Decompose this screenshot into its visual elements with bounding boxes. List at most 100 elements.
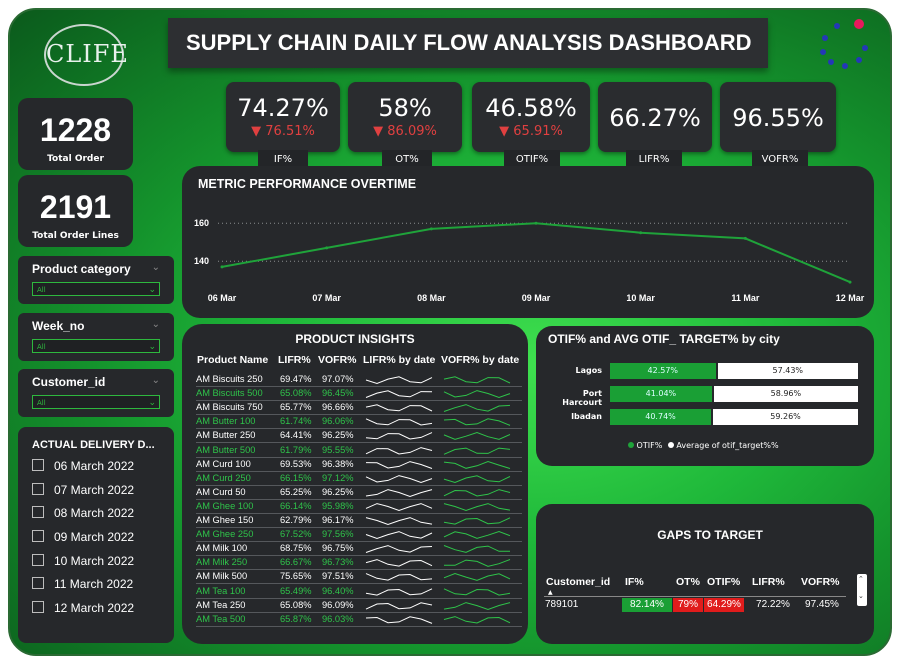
gaps-to-target: GAPS TO TARGET	[536, 504, 874, 644]
table-cell: 96.66%	[322, 402, 354, 413]
chevron-down-icon[interactable]: ⌄	[152, 262, 160, 273]
city-label: Ibadan	[571, 412, 602, 421]
table-row[interactable]: AM Butter 100 61.74% 96.06%	[196, 415, 522, 430]
column-header[interactable]: OT%	[676, 576, 700, 588]
table-row[interactable]: AM Ghee 250 67.52% 97.56%	[196, 528, 522, 543]
date-option[interactable]: 11 March 2022	[32, 577, 133, 591]
data-point[interactable]	[743, 236, 747, 240]
table-row[interactable]: AM Butter 250 64.41% 96.25%	[196, 429, 522, 444]
chart-legend: OTIF% Average of otif_target%%	[628, 441, 779, 450]
date-option[interactable]: 07 March 2022	[32, 483, 134, 497]
table-row[interactable]: AM Tea 250 65.08% 96.09%	[196, 599, 522, 613]
week-no-select[interactable]: All ⌄	[32, 339, 160, 353]
slicer-product-category[interactable]: Product category ⌄ All ⌄	[18, 256, 174, 304]
metric-otif: 46.58% ▼ 65.91%	[472, 82, 590, 152]
date-label: 08 March 2022	[54, 506, 135, 520]
checkbox[interactable]	[32, 459, 44, 471]
table-row[interactable]: AM Biscuits 250 69.47% 97.07%	[196, 373, 522, 387]
table-row[interactable]: AM Milk 250 66.67% 96.73%	[196, 556, 522, 571]
target-bar[interactable]: 57.43%	[717, 363, 858, 379]
data-point[interactable]	[429, 227, 433, 231]
table-row[interactable]: AM Ghee 150 62.79% 96.17%	[196, 514, 522, 528]
date-option[interactable]: 10 March 2022	[32, 554, 134, 568]
table-row[interactable]: AM Butter 500 61.79% 95.55%	[196, 444, 522, 458]
data-point[interactable]	[325, 246, 329, 250]
table-row[interactable]: AM Biscuits 750 65.77% 96.66%	[196, 401, 522, 416]
column-header[interactable]: VOFR%	[318, 354, 357, 366]
table-row[interactable]: AM Tea 100 65.49% 96.40%	[196, 585, 522, 599]
logo-text: CLIFE	[46, 40, 129, 68]
product-category-select[interactable]: All ⌄	[32, 282, 160, 296]
metric-value: 58%	[378, 94, 432, 122]
data-point[interactable]	[848, 280, 852, 284]
target-bar[interactable]: 58.96%	[713, 386, 858, 402]
table-row[interactable]: AM Milk 100 68.75% 96.75%	[196, 542, 522, 557]
column-header[interactable]: OTIF%	[707, 576, 740, 588]
table-cell: 61.74%	[280, 416, 312, 427]
column-header[interactable]: IF%	[625, 576, 644, 588]
metric-delta: ▼ 65.91%	[499, 124, 563, 139]
column-header[interactable]: VOFR% by date	[441, 354, 519, 366]
scroll-down-icon[interactable]: ⌄	[858, 592, 864, 600]
table-row[interactable]: AM Tea 500 65.87% 96.03%	[196, 613, 522, 627]
gap-cell: 64.29%	[704, 598, 744, 612]
checkbox[interactable]	[32, 506, 44, 518]
metric-performance-chart: METRIC PERFORMANCE OVERTIME 160 140 06 Mar…	[182, 166, 874, 318]
checkbox[interactable]	[32, 577, 44, 589]
table-cell: 95.55%	[322, 444, 354, 455]
data-point[interactable]	[534, 221, 538, 225]
column-header[interactable]: LIFR%	[752, 576, 785, 588]
checkbox[interactable]	[32, 483, 44, 495]
data-point[interactable]	[639, 231, 643, 235]
table-cell: 61.79%	[280, 444, 312, 455]
column-header[interactable]: Product Name	[197, 354, 268, 366]
table-cell: 96.25%	[322, 486, 354, 497]
data-point[interactable]	[220, 265, 224, 269]
table-row[interactable]: AM Ghee 100 66.14% 95.98%	[196, 500, 522, 514]
customer-id-select[interactable]: All ⌄	[32, 395, 160, 409]
date-option[interactable]: 06 March 2022	[32, 459, 134, 473]
metric-value: 96.55%	[732, 104, 824, 132]
checkbox[interactable]	[32, 530, 44, 542]
date-option[interactable]: 12 March 2022	[32, 601, 134, 615]
scrollbar[interactable]: ⌃ ⌄	[857, 574, 867, 606]
column-header[interactable]: Customer_id	[546, 576, 610, 588]
otif-bar[interactable]: 40.74%	[610, 409, 712, 425]
otif-bar[interactable]: 41.04%	[610, 386, 712, 402]
gap-cell: 82.14%	[622, 598, 672, 612]
dropdown-arrow-icon[interactable]: ⌄	[148, 340, 156, 354]
checkbox[interactable]	[32, 554, 44, 566]
bar-row: 41.04% 58.96%	[610, 386, 858, 402]
column-header[interactable]: LIFR%	[278, 354, 311, 366]
table-title: PRODUCT INSIGHTS	[295, 332, 415, 346]
slicer-customer-id[interactable]: Customer_id ⌄ All ⌄	[18, 369, 174, 417]
target-bar[interactable]: 59.26%	[713, 409, 858, 425]
checkbox[interactable]	[32, 601, 44, 613]
table-row[interactable]: AM Curd 250 66.15% 97.12%	[196, 472, 522, 486]
y-tick-label: 140	[194, 256, 209, 266]
table-cell: 68.75%	[280, 543, 312, 554]
chevron-down-icon[interactable]: ⌄	[152, 375, 160, 386]
table-row[interactable]: AM Biscuits 500 65.08% 96.45%	[196, 387, 522, 402]
sort-asc-icon: ▲	[548, 589, 553, 596]
chevron-down-icon[interactable]: ⌄	[152, 319, 160, 330]
table-row[interactable]: AM Curd 50 65.25% 96.25%	[196, 486, 522, 500]
x-tick-label: 06 Mar	[208, 293, 237, 303]
dropdown-arrow-icon[interactable]: ⌄	[148, 396, 156, 410]
table-cell: 96.75%	[322, 543, 354, 554]
date-option[interactable]: 09 March 2022	[32, 530, 134, 544]
slicer-week-no[interactable]: Week_no ⌄ All ⌄	[18, 313, 174, 361]
table-row[interactable]: AM Curd 100 69.53% 96.38%	[196, 458, 522, 472]
table-cell: AM Milk 500	[196, 571, 248, 582]
series-line[interactable]	[221, 222, 851, 284]
column-header[interactable]: VOFR%	[801, 576, 840, 588]
table-row[interactable]: AM Milk 500 75.65% 97.51%	[196, 570, 522, 585]
dropdown-arrow-icon[interactable]: ⌄	[148, 283, 156, 297]
table-cell: AM Ghee 250	[196, 529, 254, 540]
table-cell: AM Milk 100	[196, 543, 248, 554]
table-cell: 96.09%	[322, 599, 354, 610]
otif-bar[interactable]: 42.57%	[610, 363, 716, 379]
column-header[interactable]: LIFR% by date	[363, 354, 435, 366]
scroll-up-icon[interactable]: ⌃	[858, 575, 864, 583]
date-option[interactable]: 08 March 2022	[32, 506, 134, 520]
